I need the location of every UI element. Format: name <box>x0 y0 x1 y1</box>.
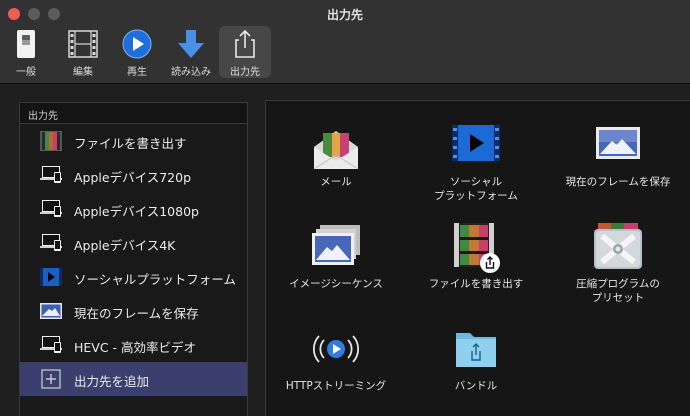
tile-image-sequence[interactable]: イメージシーケンス <box>266 223 406 323</box>
plus-icon <box>41 369 61 389</box>
film-strip-icon <box>68 30 98 58</box>
sidebar-item-label: HEVC - 高効率ビデオ <box>74 340 197 355</box>
toolbar-edit-button[interactable]: 編集 <box>57 26 109 78</box>
toolbar-label: 出力先 <box>230 67 260 78</box>
destination-grid: メール ソーシャル プラットフォーム 現在のフレームを保存 イメージシーケンス … <box>265 100 690 416</box>
sidebar-item-social[interactable]: ソーシャルプラットフォーム <box>20 260 247 294</box>
tile-label: イメージシーケンス <box>289 278 383 290</box>
toolbar-playback-button[interactable]: 再生 <box>111 26 163 78</box>
tile-bundle[interactable]: バンドル <box>406 327 546 416</box>
sidebar-item-label: Appleデバイス1080p <box>74 204 199 219</box>
sidebar-item-save-frame[interactable]: 現在のフレームを保存 <box>20 294 247 328</box>
photo-icon <box>40 303 62 319</box>
toolbar-general-button[interactable]: 一般 <box>0 26 52 78</box>
tile-mail[interactable]: メール <box>266 123 406 223</box>
sidebar-item-export-file[interactable]: ファイルを書き出す <box>20 124 247 158</box>
social-play-icon <box>452 125 500 161</box>
tile-save-current-frame[interactable]: 現在のフレームを保存 <box>548 123 688 223</box>
folder-icon <box>456 333 496 367</box>
sidebar-item-apple-4k[interactable]: Appleデバイス4K <box>20 226 247 260</box>
sidebar-item-apple-720p[interactable]: Appleデバイス720p <box>20 158 247 192</box>
sidebar-item-label: 出力先を追加 <box>74 374 150 389</box>
devices-icon <box>40 336 62 353</box>
toolbar: 出力先 一般 編集 再生 読み込み 出力先 <box>0 0 690 84</box>
sidebar-item-add-destination[interactable]: 出力先を追加 <box>20 362 247 396</box>
sidebar-item-hevc[interactable]: HEVC - 高効率ビデオ <box>20 328 247 362</box>
mail-icon <box>313 131 359 170</box>
toolbar-destinations-button[interactable]: 出力先 <box>219 26 271 78</box>
tile-label: ファイルを書き出す <box>428 278 524 290</box>
toolbar-label: 再生 <box>127 67 147 78</box>
sidebar-item-apple-1080p[interactable]: Appleデバイス1080p <box>20 192 247 226</box>
devices-icon <box>40 200 62 217</box>
switch-icon <box>17 30 35 58</box>
streaming-icon <box>312 335 360 363</box>
image-sequence-icon <box>312 225 360 265</box>
devices-icon <box>40 234 62 251</box>
download-arrow-icon <box>178 30 204 58</box>
share-icon <box>235 29 255 58</box>
tile-http-streaming[interactable]: HTTPストリーミング <box>266 327 406 416</box>
window-title: 出力先 <box>326 8 363 22</box>
sidebar-item-label: Appleデバイス4K <box>74 238 176 253</box>
sidebar-header: 出力先 <box>19 102 248 124</box>
tile-label: 現在のフレームを保存 <box>565 176 671 188</box>
tile-label: 圧縮プログラムの プリセット <box>576 278 660 304</box>
sidebar-item-label: ファイルを書き出す <box>74 136 187 151</box>
play-icon <box>122 29 152 59</box>
film-file-icon <box>40 131 62 151</box>
devices-icon <box>40 166 62 183</box>
tile-social-platform[interactable]: ソーシャル プラットフォーム <box>406 123 546 223</box>
toolbar-label: 編集 <box>73 67 93 78</box>
toolbar-label: 一般 <box>16 67 36 78</box>
tile-compressor-preset[interactable]: 圧縮プログラムの プリセット <box>548 223 688 323</box>
film-share-icon <box>454 223 500 273</box>
sidebar-item-label: ソーシャルプラットフォーム <box>74 272 236 287</box>
toolbar-label: 読み込み <box>171 67 211 78</box>
tile-label: HTTPストリーミング <box>285 380 387 392</box>
sidebar-header-label: 出力先 <box>28 111 58 122</box>
social-play-icon <box>40 268 62 286</box>
tile-label: ソーシャル プラットフォーム <box>434 176 518 202</box>
destinations-list: ファイルを書き出す Appleデバイス720p Appleデバイス1080p A… <box>19 124 248 416</box>
tile-export-file[interactable]: ファイルを書き出す <box>406 223 546 323</box>
sidebar-item-label: Appleデバイス720p <box>74 170 192 185</box>
compressor-icon <box>594 223 642 269</box>
sidebar-item-label: 現在のフレームを保存 <box>74 306 199 321</box>
toolbar-import-button[interactable]: 読み込み <box>165 26 217 78</box>
tile-label: メール <box>320 176 352 188</box>
tile-label: バンドル <box>454 380 498 392</box>
photo-icon <box>596 127 640 159</box>
